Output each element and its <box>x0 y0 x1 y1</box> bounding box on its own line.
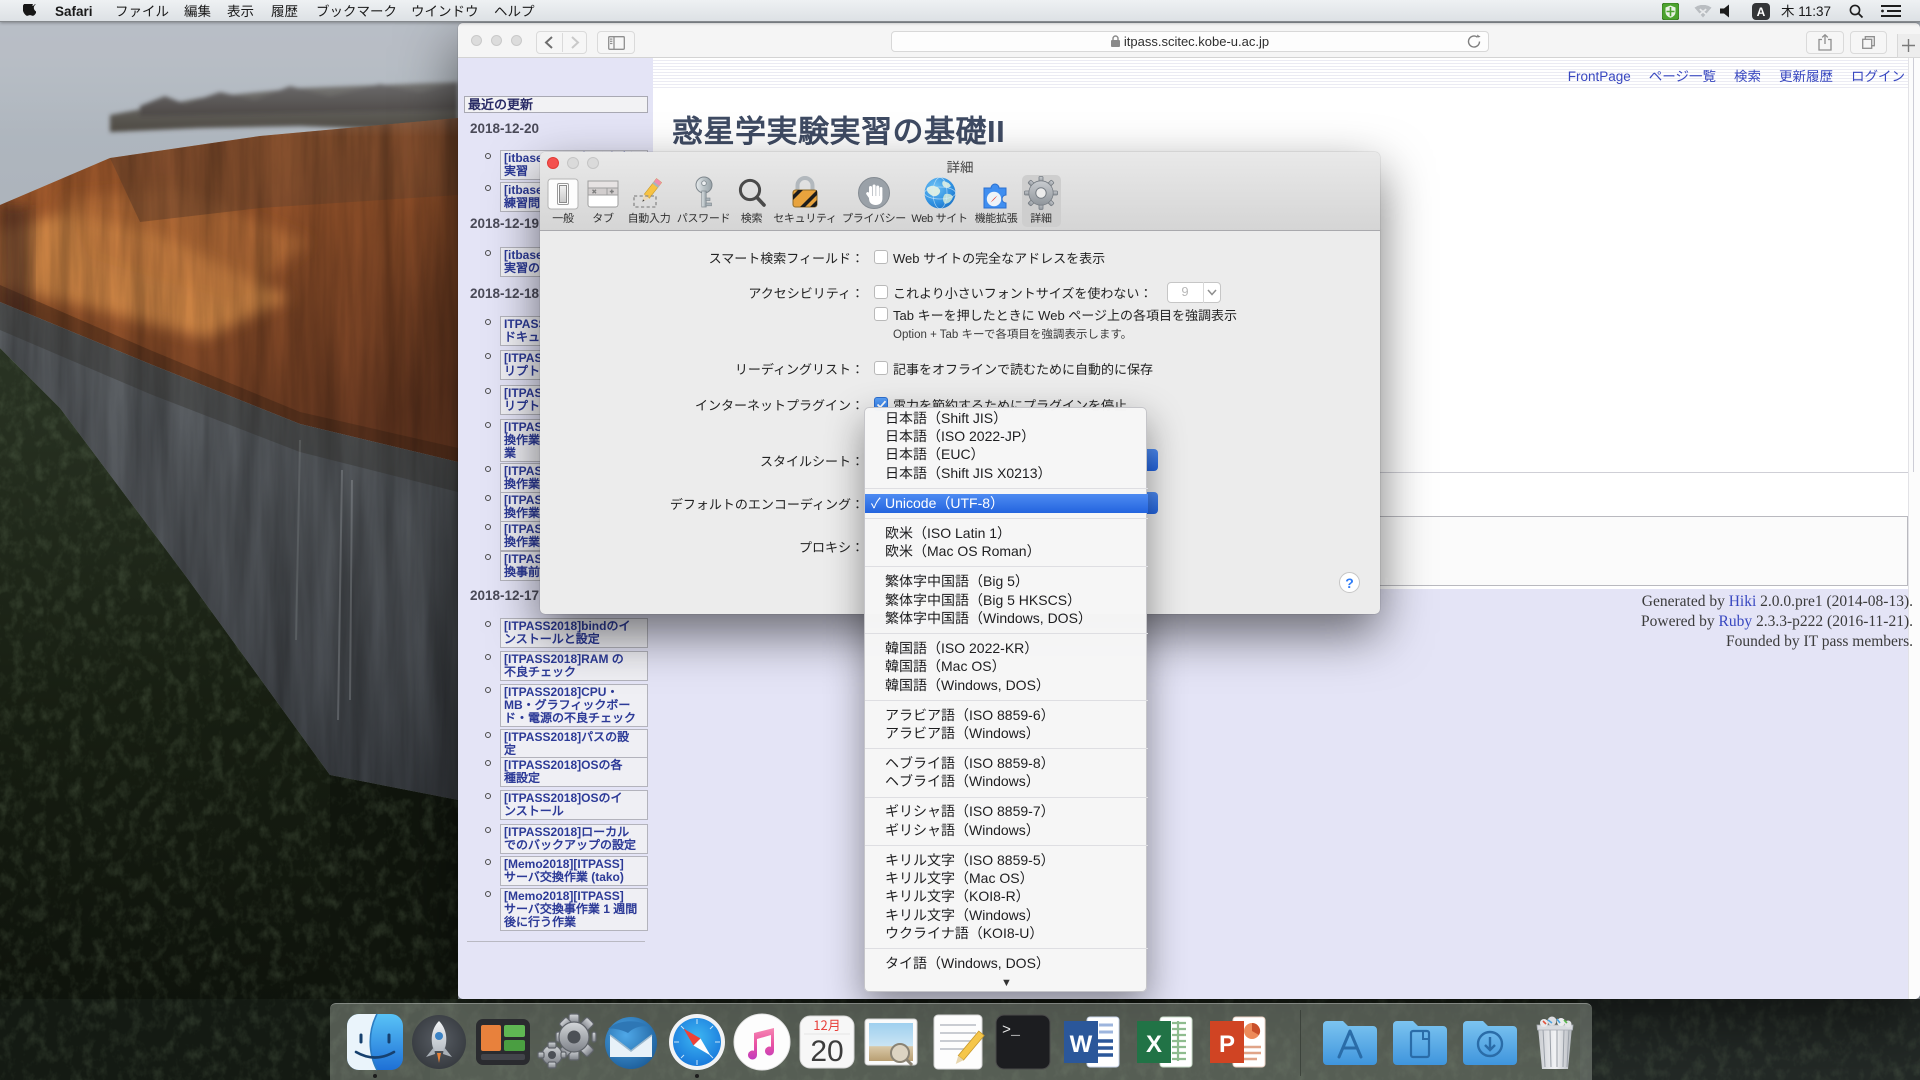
svg-text:P: P <box>1219 1031 1235 1058</box>
svg-text:X: X <box>1146 1031 1162 1058</box>
svg-text:20: 20 <box>810 1035 843 1068</box>
svg-text:12月: 12月 <box>813 1015 840 1034</box>
svg-text:A: A <box>1757 5 1766 19</box>
svg-text:>_: >_ <box>1002 1022 1021 1039</box>
svg-text:W: W <box>1070 1031 1093 1058</box>
